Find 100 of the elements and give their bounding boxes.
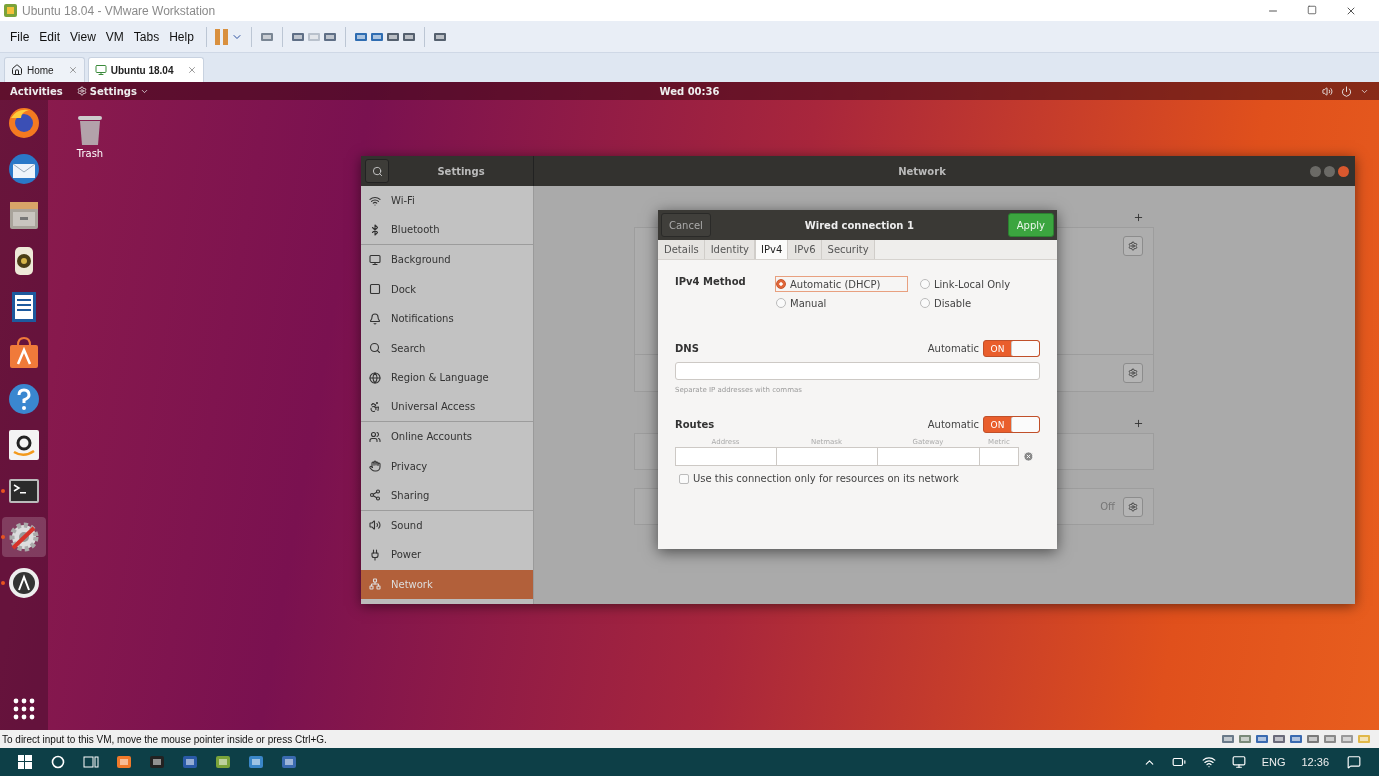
settings-button[interactable]	[1123, 497, 1143, 517]
running-dot	[1, 535, 5, 539]
menu-item[interactable]: File	[6, 29, 34, 44]
settings-icon[interactable]	[7, 520, 41, 554]
bell-icon	[369, 312, 381, 325]
sidebar-item[interactable]: Online Accounts	[361, 422, 533, 452]
notifications-icon[interactable]	[1347, 755, 1361, 769]
taskbar-clock[interactable]: 12:36	[1293, 756, 1337, 768]
language-indicator[interactable]: ENG	[1253, 756, 1294, 768]
menu-item[interactable]: Help	[165, 29, 198, 44]
gear-icon	[1128, 368, 1138, 378]
radio-button[interactable]	[776, 279, 786, 289]
trash-icon[interactable]	[76, 114, 104, 146]
speaker-icon	[369, 519, 381, 532]
network-icon	[369, 578, 381, 591]
monitor-icon	[369, 253, 381, 266]
windows-start-icon[interactable]	[17, 755, 32, 769]
gear-icon	[1128, 241, 1138, 251]
search-icon	[369, 342, 381, 355]
dialog-tab[interactable]: Security	[821, 240, 875, 259]
search-button[interactable]	[365, 159, 389, 183]
add-icon[interactable]	[1133, 418, 1144, 429]
close-button[interactable]	[1338, 165, 1349, 177]
menu-item[interactable]: VM	[101, 29, 128, 44]
sidebar-item[interactable]: Bluetooth	[361, 215, 533, 245]
accounts-icon	[369, 430, 381, 443]
settings-button[interactable]	[1123, 363, 1143, 383]
section-title: DNS	[675, 343, 700, 354]
task-view-icon[interactable]	[82, 755, 99, 769]
sidebar-item[interactable]: Universal Access	[361, 392, 533, 422]
volume-icon[interactable]	[1322, 85, 1333, 97]
search-icon	[371, 165, 383, 177]
checkbox[interactable]	[679, 473, 689, 484]
menu-item[interactable]: View	[66, 29, 100, 44]
window-title: Ubuntu 18.04 - VMware Workstation	[22, 3, 217, 18]
settings-button[interactable]	[1123, 236, 1143, 256]
status-text: To direct input to this VM, move the mouse pointer inside or press Ctrl+G.	[2, 733, 328, 745]
radio-button[interactable]	[776, 298, 786, 308]
sidebar-item[interactable]: Region & Language	[361, 363, 533, 393]
wifi-icon[interactable]	[1201, 755, 1216, 769]
app-grid-icon[interactable]	[13, 698, 35, 720]
radio-button[interactable]	[920, 279, 930, 289]
vm-tab[interactable]: Home	[4, 57, 85, 82]
power-icon[interactable]	[1341, 85, 1352, 97]
dialog-tab[interactable]: Identity	[704, 240, 755, 259]
app-logo-icon	[4, 4, 17, 17]
help-icon[interactable]	[7, 382, 41, 416]
method-label: IPv4 Method	[675, 276, 747, 289]
sidebar-item[interactable]: Background	[361, 245, 533, 275]
dialog-tab[interactable]: IPv4	[755, 240, 789, 259]
app-menu[interactable]: Settings	[76, 85, 149, 97]
sidebar-item[interactable]: Privacy	[361, 451, 533, 481]
sidebar-item[interactable]: Sound	[361, 510, 533, 540]
section-title: Routes	[675, 419, 716, 430]
home-icon	[11, 64, 23, 76]
vm-tab[interactable]: Ubuntu 18.04	[87, 57, 205, 82]
gear-icon	[76, 86, 87, 96]
dns-field[interactable]	[675, 362, 1040, 380]
activities-button[interactable]: Activities	[10, 85, 63, 97]
radio-option[interactable]: Link-Local Only	[919, 276, 1012, 292]
running-dot	[1, 489, 5, 493]
radio-option[interactable]: Automatic (DHCP)	[775, 276, 908, 292]
route-field[interactable]	[877, 447, 979, 466]
desktop-icon-label: Trash	[76, 148, 104, 159]
radio-button[interactable]	[920, 298, 930, 308]
square-icon	[369, 283, 381, 296]
minimize-button[interactable]	[1310, 165, 1321, 177]
dialog-tab[interactable]: Details	[658, 240, 705, 259]
dialog-tab[interactable]: IPv6	[788, 240, 822, 259]
display-icon[interactable]	[1231, 755, 1246, 769]
sidebar-item[interactable]: Notifications	[361, 304, 533, 334]
route-field[interactable]	[979, 447, 1019, 466]
gear-icon	[1128, 502, 1138, 512]
cancel-button[interactable]: Cancel	[661, 213, 711, 237]
toggle-label: Automatic	[927, 419, 979, 430]
close-tab-icon[interactable]	[187, 65, 198, 75]
menu-item[interactable]: Tabs	[129, 29, 164, 44]
clear-icon[interactable]	[1022, 451, 1034, 462]
sidebar-item[interactable]: Dock	[361, 274, 533, 304]
sidebar-item[interactable]: Wi-Fi	[361, 186, 533, 216]
battery-icon[interactable]	[1171, 755, 1186, 769]
add-icon[interactable]	[1133, 212, 1144, 223]
route-field[interactable]	[776, 447, 877, 466]
menu-item[interactable]: Edit	[35, 29, 65, 44]
route-field[interactable]	[675, 447, 776, 466]
radio-option[interactable]: Disable	[919, 295, 973, 311]
maximize-icon[interactable]	[1307, 4, 1317, 15]
shopping-bag-icon[interactable]	[7, 336, 41, 370]
radio-option[interactable]: Manual	[775, 295, 828, 311]
clock[interactable]: Wed 00:36	[659, 85, 720, 97]
sidebar-item[interactable]: Sharing	[361, 481, 533, 511]
shopping-icon[interactable]	[7, 428, 41, 462]
sidebar-item[interactable]: Power	[361, 540, 533, 570]
mail-icon[interactable]	[7, 152, 41, 186]
maximize-button[interactable]	[1324, 165, 1335, 177]
sidebar-item[interactable]: Search	[361, 333, 533, 363]
panel-title: Network	[897, 165, 947, 177]
update-icon[interactable]	[7, 566, 41, 600]
search-icon[interactable]	[50, 755, 65, 769]
hand-icon	[369, 460, 381, 473]
